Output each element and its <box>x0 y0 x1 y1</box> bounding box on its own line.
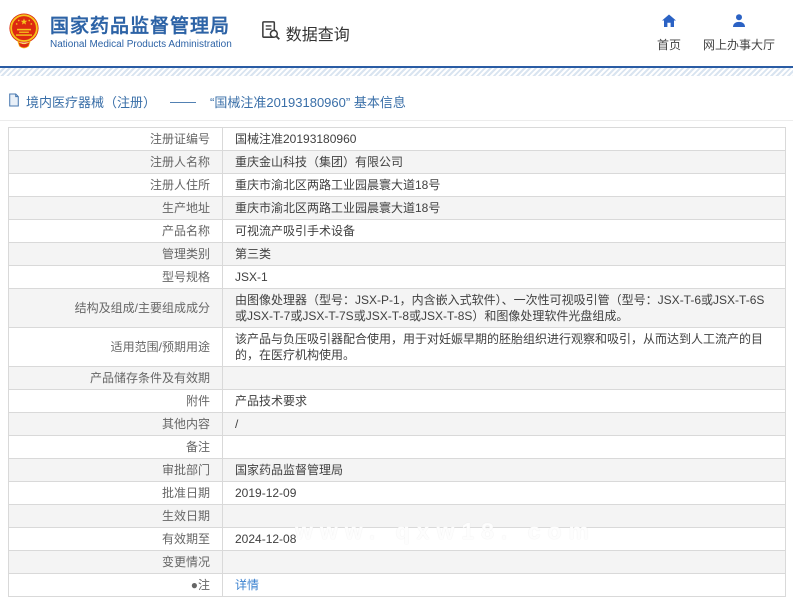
table-row: 产品名称 可视流产吸引手术设备 <box>9 220 785 243</box>
home-icon <box>661 13 677 32</box>
row-label: 注册证编号 <box>9 128 223 150</box>
breadcrumb-separator: —— <box>170 94 197 109</box>
row-label: 变更情况 <box>9 551 223 573</box>
row-label: 适用范围/预期用途 <box>9 328 223 366</box>
row-value: 产品技术要求 <box>235 394 308 408</box>
row-value: 可视流产吸引手术设备 <box>235 224 356 238</box>
row-value: 重庆金山科技（集团）有限公司 <box>235 155 404 169</box>
org-title-block: 国家药品监督管理局 National Medical Products Admi… <box>50 17 232 50</box>
row-value: 2019-12-09 <box>235 486 297 500</box>
table-row: 型号规格 JSX-1 <box>9 266 785 289</box>
table-row: ●注 详情 <box>9 574 785 596</box>
detail-link[interactable]: 详情 <box>235 577 259 593</box>
row-label: 产品储存条件及有效期 <box>9 367 223 389</box>
header-hatch-strip <box>0 68 793 76</box>
table-row: 生产地址 重庆市渝北区两路工业园晨寰大道18号 <box>9 197 785 220</box>
table-row: 审批部门 国家药品监督管理局 <box>9 459 785 482</box>
table-row: 附件 产品技术要求 <box>9 390 785 413</box>
data-query-section: 数据查询 <box>260 20 350 46</box>
row-label: 注册人名称 <box>9 151 223 173</box>
row-label: 批准日期 <box>9 482 223 504</box>
row-value: JSX-1 <box>235 270 268 284</box>
table-row: 备注 <box>9 436 785 459</box>
document-icon <box>8 93 20 110</box>
table-row: 有效期至 2024-12-08 <box>9 528 785 551</box>
row-label: 附件 <box>9 390 223 412</box>
data-query-icon <box>260 20 281 46</box>
row-value: 国家药品监督管理局 <box>235 463 344 477</box>
site-header: 国家药品监督管理局 National Medical Products Admi… <box>0 0 793 68</box>
breadcrumb-category: 境内医疗器械（注册） <box>26 95 157 110</box>
row-label: 生产地址 <box>9 197 223 219</box>
row-label: 型号规格 <box>9 266 223 288</box>
table-row: 其他内容 / <box>9 413 785 436</box>
table-row: 变更情况 <box>9 551 785 574</box>
table-row: 注册证编号 国械注准20193180960 <box>9 128 785 151</box>
row-label: 有效期至 <box>9 528 223 550</box>
row-value: 国械注准20193180960 <box>235 132 357 146</box>
table-row: 生效日期 <box>9 505 785 528</box>
breadcrumb-detail: “国械注准20193180960” 基本信息 <box>210 95 406 110</box>
person-icon <box>731 13 747 32</box>
nav-item-home[interactable]: 首页 <box>657 13 681 53</box>
row-label: 管理类别 <box>9 243 223 265</box>
row-label: 其他内容 <box>9 413 223 435</box>
row-value <box>223 367 785 389</box>
nav-item-label: 网上办事大厅 <box>702 38 775 52</box>
row-value <box>223 505 785 527</box>
row-label: 审批部门 <box>9 459 223 481</box>
table-row: 管理类别 第三类 <box>9 243 785 266</box>
row-value: 2024-12-08 <box>235 532 297 546</box>
row-value: 详情 <box>223 574 785 596</box>
nav-item-service-hall[interactable]: 网上办事大厅 <box>703 13 775 53</box>
row-value: / <box>235 417 239 431</box>
org-name-cn: 国家药品监督管理局 <box>50 15 231 37</box>
header-nav: 首页 网上办事大厅 <box>657 13 775 53</box>
table-row: 结构及组成/主要组成成分 由图像处理器（型号：JSX-P-1，内含嵌入式软件）、一… <box>9 289 785 328</box>
table-row: 注册人住所 重庆市渝北区两路工业园晨寰大道18号 <box>9 174 785 197</box>
row-label: 备注 <box>9 436 223 458</box>
row-value: 第三类 <box>235 247 272 261</box>
row-value <box>223 436 785 458</box>
table-row: 产品储存条件及有效期 <box>9 367 785 390</box>
table-row: 注册人名称 重庆金山科技（集团）有限公司 <box>9 151 785 174</box>
data-query-title: 数据查询 <box>285 27 350 44</box>
table-row: 适用范围/预期用途 该产品与负压吸引器配合使用，用于对妊娠早期的胚胎组织进行观察和… <box>9 328 785 367</box>
row-label: ●注 <box>9 574 223 596</box>
info-table: 注册证编号 国械注准20193180960 注册人名称 重庆金山科技（集团）有限公司注… <box>8 127 786 597</box>
row-label: 结构及组成/主要组成成分 <box>9 289 223 327</box>
row-value <box>223 551 785 573</box>
nav-item-label: 首页 <box>656 38 681 52</box>
row-label: 注册人住所 <box>9 174 223 196</box>
national-emblem-logo <box>8 10 40 56</box>
breadcrumb: 境内医疗器械（注册） —— “国械注准20193180960” 基本信息 <box>0 86 793 121</box>
row-label: 产品名称 <box>9 220 223 242</box>
org-name-en: National Medical Products Administration <box>50 38 232 50</box>
row-label: 生效日期 <box>9 505 223 527</box>
table-row: 批准日期 2019-12-09 <box>9 482 785 505</box>
row-value: 重庆市渝北区两路工业园晨寰大道18号 <box>235 178 441 192</box>
row-value: 由图像处理器（型号：JSX-P-1，内含嵌入式软件）、一次性可视吸引管（型号：J… <box>235 293 765 323</box>
row-value: 重庆市渝北区两路工业园晨寰大道18号 <box>235 201 441 215</box>
row-value: 该产品与负压吸引器配合使用，用于对妊娠早期的胚胎组织进行观察和吸引，从而达到人工… <box>235 332 764 362</box>
